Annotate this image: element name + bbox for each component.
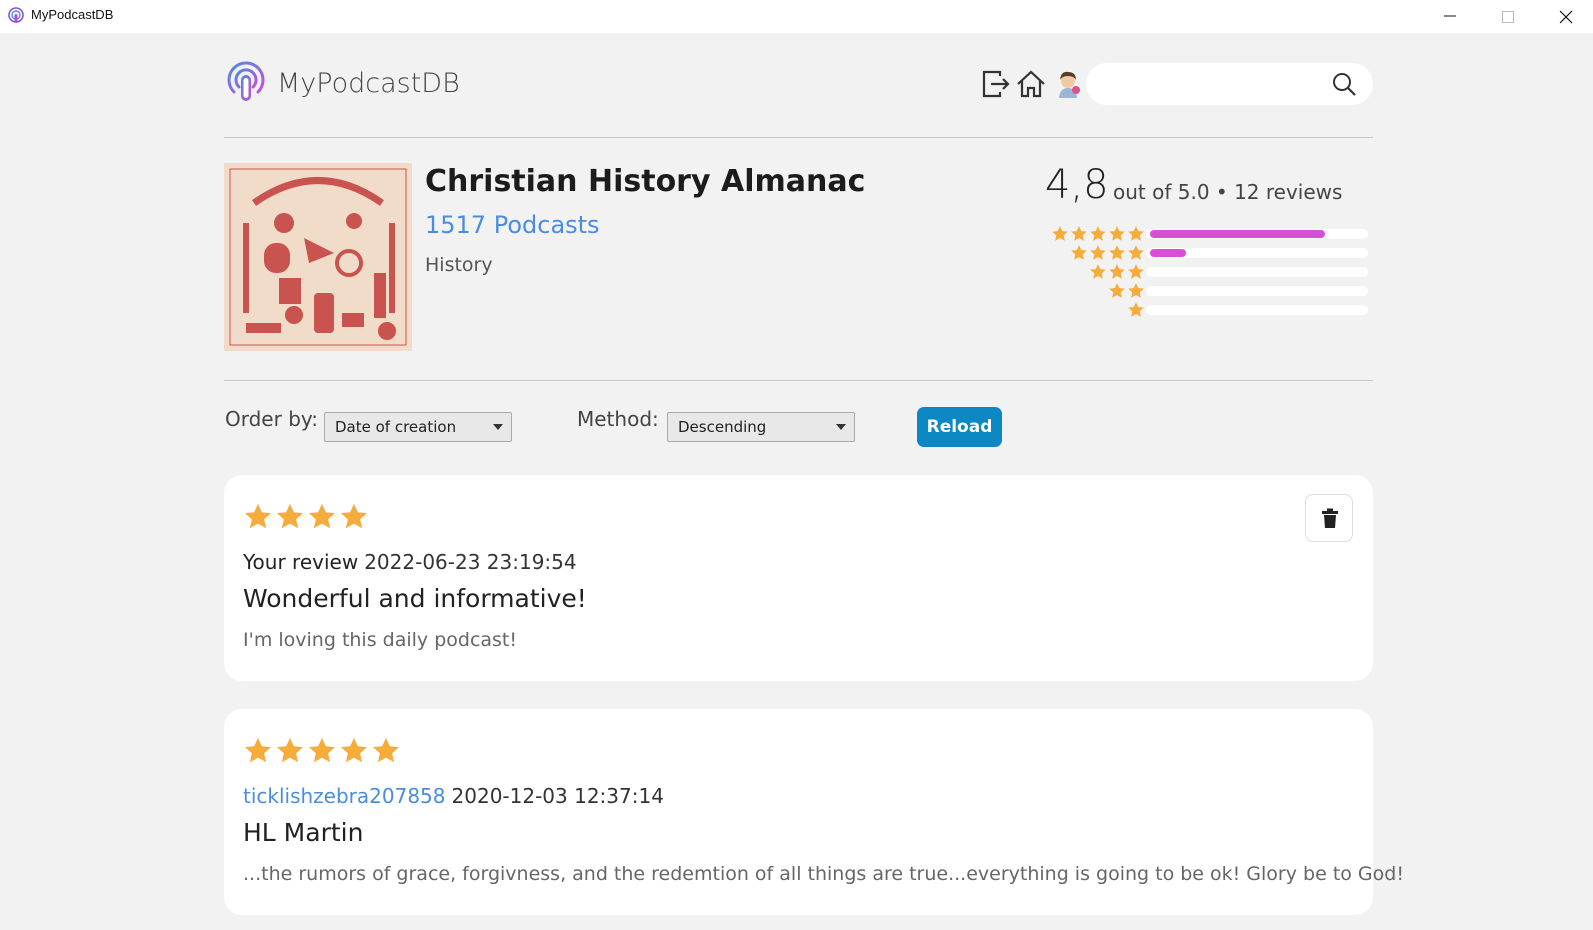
rating-row-4-stars <box>1045 244 1375 262</box>
review-date: 2022-06-23 23:19:54 <box>364 550 577 574</box>
chevron-down-icon <box>836 424 846 430</box>
star-icon <box>1090 245 1106 260</box>
info-divider <box>224 380 1373 381</box>
review-body: I'm loving this daily podcast! <box>243 629 517 651</box>
order-by-label: Order by: <box>225 407 319 431</box>
rating-row-2-stars <box>1045 282 1375 300</box>
app-icon <box>8 7 24 23</box>
header-divider <box>224 137 1373 138</box>
rating-bar-track <box>1146 248 1368 258</box>
search-bar[interactable] <box>1086 63 1373 105</box>
home-icon[interactable] <box>1015 68 1047 100</box>
trash-icon <box>1322 508 1338 528</box>
window-titlebar: MyPodcastDB <box>0 0 1593 33</box>
podcast-logo-icon[interactable] <box>226 61 266 105</box>
review-meta: Your review 2022-06-23 23:19:54 <box>243 550 577 574</box>
star-icon <box>1090 264 1106 279</box>
rating-row-stars <box>1088 263 1145 281</box>
rating-bar-track <box>1146 305 1368 315</box>
review-body: ...the rumors of grace, forgivness, and … <box>243 863 1404 885</box>
rating-row-3-stars <box>1045 263 1375 281</box>
rating-row-stars <box>1050 225 1145 243</box>
chevron-down-icon <box>493 424 503 430</box>
close-button[interactable] <box>1543 0 1589 33</box>
podcast-title: Christian History Almanac <box>425 164 866 199</box>
search-icon[interactable] <box>1331 71 1357 97</box>
minimize-button[interactable] <box>1427 0 1473 33</box>
brand-name: MyPodcastDB <box>277 68 460 99</box>
review-stars <box>243 736 403 768</box>
podcast-cover-image <box>224 163 412 351</box>
star-icon <box>341 737 367 763</box>
user-avatar-icon[interactable] <box>1052 68 1084 100</box>
star-icon <box>1109 245 1125 260</box>
minimize-icon <box>1444 15 1456 17</box>
star-icon <box>1128 302 1144 317</box>
close-icon <box>1559 10 1573 24</box>
review-author: Your review <box>243 550 359 574</box>
star-icon <box>1128 226 1144 241</box>
rating-row-5-stars <box>1045 225 1375 243</box>
logout-icon[interactable] <box>980 68 1012 100</box>
star-icon <box>1109 283 1125 298</box>
delete-review-button[interactable] <box>1305 494 1353 542</box>
star-icon <box>1128 283 1144 298</box>
review-card: Your review 2022-06-23 23:19:54 Wonderful… <box>224 475 1373 681</box>
star-icon <box>1071 245 1087 260</box>
review-card: ticklishzebra207858 2020-12-03 12:37:14 H… <box>224 709 1404 915</box>
order-by-select[interactable]: Date of creation <box>324 412 512 442</box>
review-title: Wonderful and informative! <box>243 584 587 613</box>
star-icon <box>245 737 271 763</box>
reviewer-username-link[interactable]: ticklishzebra207858 <box>243 784 446 808</box>
maximize-button[interactable] <box>1485 0 1531 33</box>
method-label: Method: <box>577 407 659 431</box>
maximize-icon <box>1502 11 1514 23</box>
rating-bar-fill <box>1150 230 1325 238</box>
star-icon <box>245 503 271 529</box>
review-meta: ticklishzebra207858 2020-12-03 12:37:14 <box>243 784 664 808</box>
method-select[interactable]: Descending <box>667 412 855 442</box>
window-title: MyPodcastDB <box>31 7 114 22</box>
search-input[interactable] <box>1104 72 1328 98</box>
review-stars <box>243 502 371 534</box>
podcast-category: History <box>425 254 493 276</box>
star-icon <box>277 737 303 763</box>
star-icon <box>1052 226 1068 241</box>
rating-row-stars <box>1069 244 1145 262</box>
star-icon <box>1109 264 1125 279</box>
method-value: Descending <box>678 418 767 436</box>
rating-bar-fill <box>1150 249 1186 257</box>
rating-row-stars <box>1107 282 1145 300</box>
rating-summary: out of 5.0 • 12 reviews <box>1113 180 1343 204</box>
reload-button[interactable]: Reload <box>917 407 1002 447</box>
star-icon <box>309 503 335 529</box>
star-icon <box>1128 264 1144 279</box>
star-icon <box>341 503 367 529</box>
rating-bar-track <box>1146 286 1368 296</box>
star-icon <box>1071 226 1087 241</box>
order-by-value: Date of creation <box>335 418 457 436</box>
rating-row-stars <box>1126 301 1145 319</box>
rating-bar-track <box>1146 229 1368 239</box>
rating-bar-track <box>1146 267 1368 277</box>
star-icon <box>1109 226 1125 241</box>
review-title: HL Martin <box>243 818 364 847</box>
star-icon <box>373 737 399 763</box>
star-icon <box>309 737 335 763</box>
average-rating: 4,8 <box>1045 162 1109 208</box>
review-date: 2020-12-03 12:37:14 <box>451 784 664 808</box>
star-icon <box>1090 226 1106 241</box>
podcast-author-link[interactable]: 1517 Podcasts <box>425 211 600 239</box>
star-icon <box>1128 245 1144 260</box>
rating-row-1-stars <box>1045 301 1375 319</box>
star-icon <box>277 503 303 529</box>
